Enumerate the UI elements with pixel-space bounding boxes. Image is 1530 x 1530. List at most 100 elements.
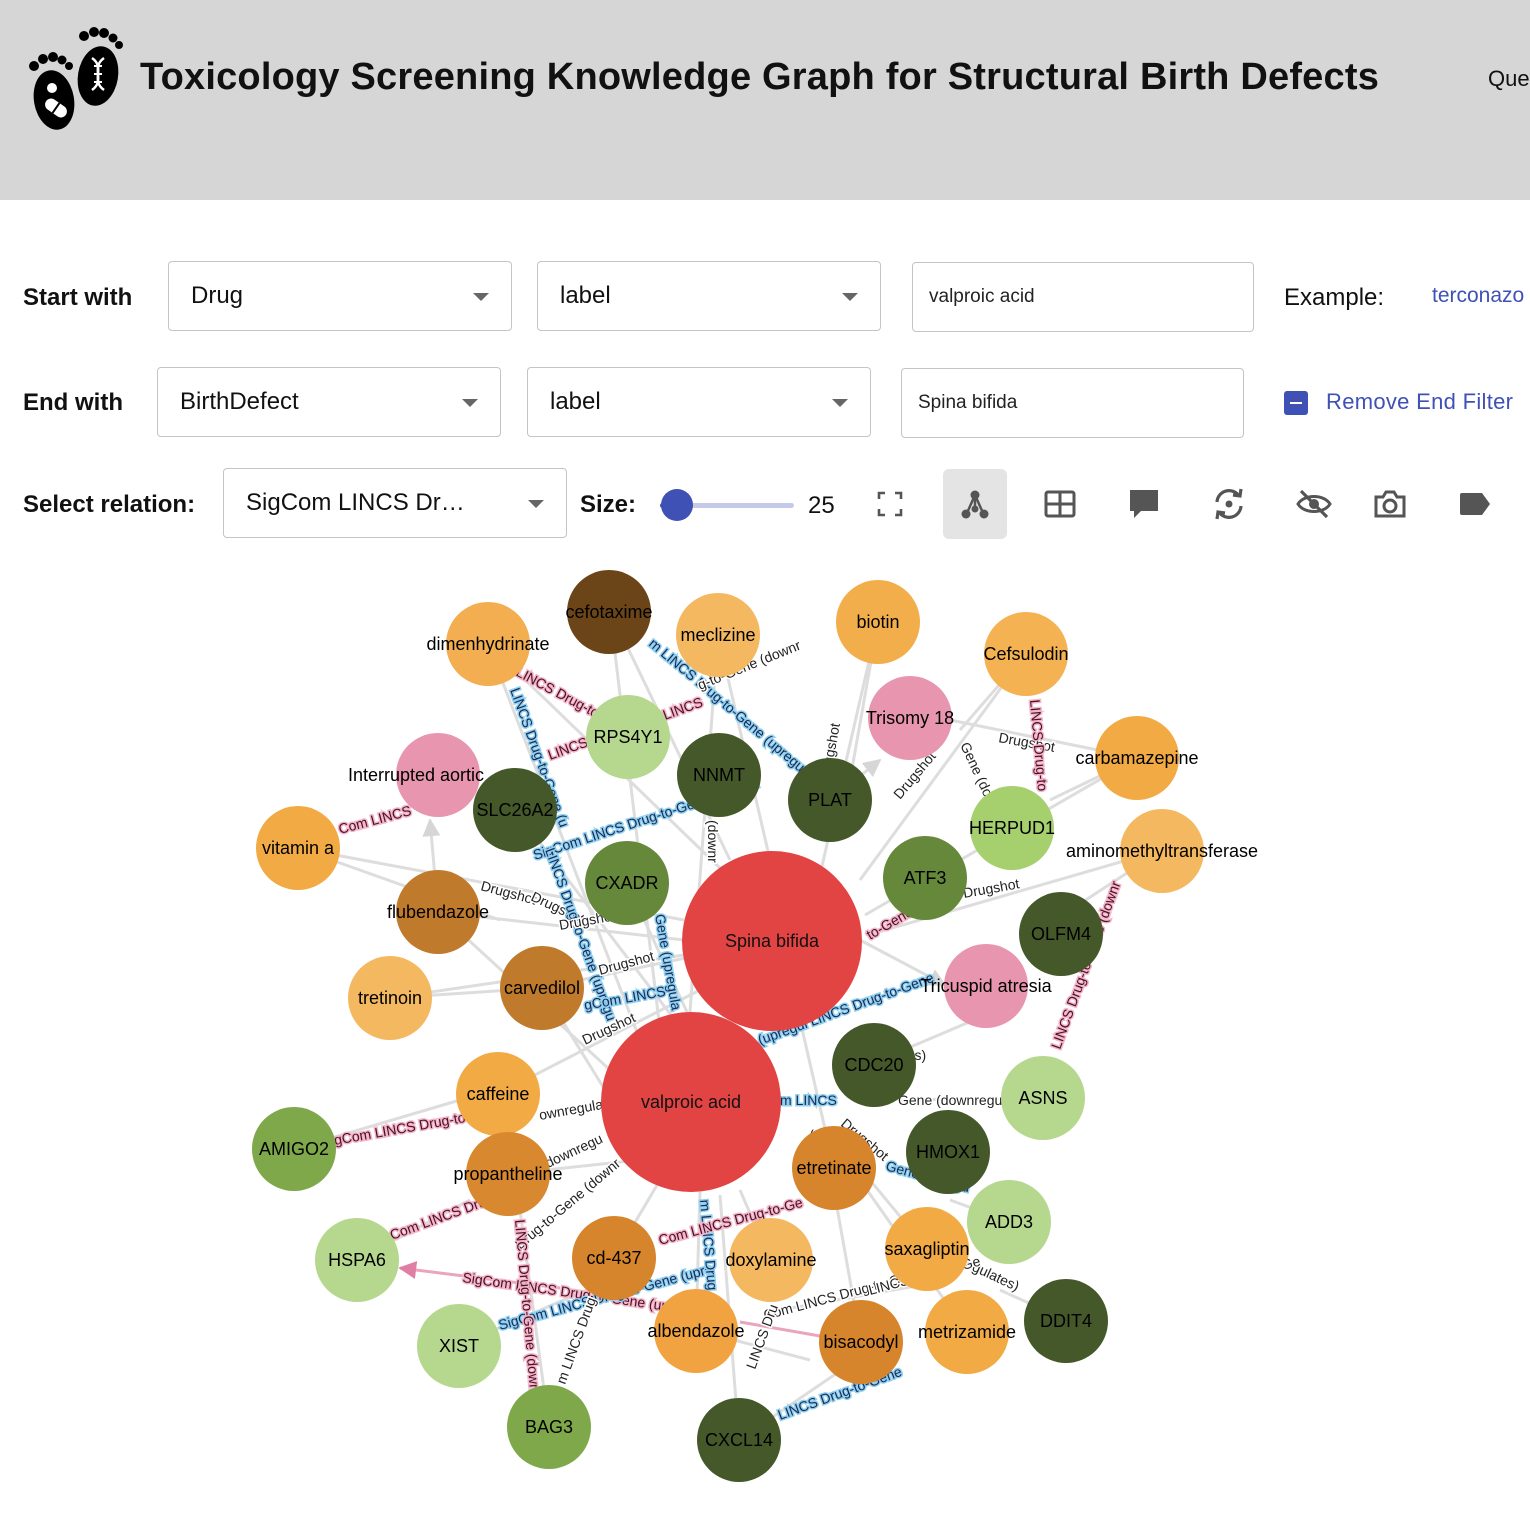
end-with-label: End with — [23, 389, 123, 416]
graph-node[interactable]: tretinoin — [348, 956, 432, 1040]
table-icon — [1044, 490, 1076, 518]
graph-node[interactable]: ATF3 — [883, 836, 967, 920]
end-type-value: BirthDefect — [180, 388, 299, 415]
graph-node[interactable]: CXADR — [585, 841, 669, 925]
graph-node[interactable]: OLFM4 — [1019, 892, 1103, 976]
graph-node[interactable]: meclizine — [676, 593, 760, 677]
svg-text:ATF3: ATF3 — [904, 868, 947, 888]
label-icon — [1460, 493, 1490, 515]
graph-node[interactable]: caffeine — [456, 1052, 540, 1136]
chevron-down-icon — [473, 293, 489, 301]
graph-node[interactable]: ASNS — [1001, 1056, 1085, 1140]
toggle-visibility-button[interactable] — [1282, 469, 1346, 539]
table-view-button[interactable] — [1028, 469, 1092, 539]
svg-text:HERPUD1: HERPUD1 — [969, 818, 1055, 838]
svg-text:cefotaxime: cefotaxime — [565, 602, 652, 622]
graph-node[interactable]: doxylamine — [725, 1218, 817, 1302]
graph-node[interactable]: flubendazole — [387, 870, 489, 954]
svg-text:LINCS Dru: LINCS Dru — [743, 1302, 781, 1371]
svg-text:Spina bifida: Spina bifida — [725, 931, 820, 951]
svg-text:carbamazepine: carbamazepine — [1075, 748, 1198, 768]
start-field-select[interactable]: label — [537, 261, 881, 331]
svg-text:AMIGO2: AMIGO2 — [259, 1139, 329, 1159]
select-relation-label: Select relation: — [23, 491, 196, 518]
graph-node[interactable]: XIST — [417, 1304, 501, 1388]
graph-node[interactable]: carbamazepine — [1075, 716, 1199, 800]
svg-text:SLC26A2: SLC26A2 — [476, 800, 553, 820]
graph-node[interactable]: CDC20 — [832, 1023, 916, 1107]
graph-node[interactable]: HSPA6 — [315, 1218, 399, 1302]
size-value: 25 — [808, 492, 835, 519]
chevron-down-icon — [528, 500, 544, 508]
graph-node[interactable]: Cefsulodin — [983, 612, 1069, 696]
graph-node[interactable]: Trisomy 18 — [866, 676, 954, 760]
chevron-down-icon — [462, 399, 478, 407]
graph-node[interactable]: CXCL14 — [697, 1398, 781, 1482]
svg-text:metrizamide: metrizamide — [918, 1322, 1016, 1342]
knowledge-graph-canvas[interactable]: LINCS Drug-to-Gen LINCS Drug-to-Gene (u … — [0, 555, 1530, 1530]
screenshot-button[interactable] — [1358, 469, 1422, 539]
graph-node[interactable]: cefotaxime — [565, 570, 653, 654]
start-value-input[interactable] — [912, 262, 1254, 332]
svg-text:caffeine: caffeine — [467, 1084, 530, 1104]
visibility-off-icon — [1296, 489, 1332, 519]
graph-node[interactable]: RPS4Y1 — [586, 695, 670, 779]
svg-text:carvedilol: carvedilol — [504, 978, 580, 998]
nav-link-query[interactable]: Que — [1488, 66, 1530, 92]
graph-layout-button[interactable] — [943, 469, 1007, 539]
svg-text:saxagliptin: saxagliptin — [884, 1239, 969, 1259]
graph-node[interactable]: biotin — [836, 580, 920, 664]
svg-text:Com LINCS Dru: Com LINCS Dru — [388, 1193, 489, 1243]
fullscreen-button[interactable] — [858, 469, 922, 539]
svg-text:Com LINCS: Com LINCS — [337, 802, 413, 837]
graph-node[interactable]: etretinate — [792, 1126, 876, 1210]
svg-text:valproic acid: valproic acid — [641, 1092, 741, 1112]
comment-button[interactable] — [1112, 469, 1176, 539]
graph-node[interactable]: vitamin a — [256, 806, 340, 890]
graph-node[interactable]: HMOX1 — [906, 1110, 990, 1194]
app-header: Toxicology Screening Knowledge Graph for… — [0, 0, 1530, 200]
relation-select[interactable]: SigCom LINCS Drug-to-Gene (upregulates) — [223, 468, 567, 538]
comment-icon — [1130, 490, 1158, 518]
camera-icon — [1374, 490, 1406, 518]
svg-text:dimenhydrinate: dimenhydrinate — [426, 634, 549, 654]
svg-text:vitamin a: vitamin a — [262, 838, 335, 858]
relation-value: SigCom LINCS Drug-to-Gene (upregulates) — [246, 489, 466, 516]
graph-node[interactable]: DDIT4 — [1024, 1279, 1108, 1363]
graph-node[interactable]: SLC26A2 — [473, 768, 557, 852]
graph-node[interactable]: metrizamide — [918, 1290, 1016, 1374]
focus-node[interactable]: valproic acid — [601, 1012, 781, 1192]
graph-node[interactable]: NNMT — [677, 733, 761, 817]
graph-node[interactable]: saxagliptin — [884, 1207, 970, 1291]
graph-node[interactable]: cd-437 — [572, 1216, 656, 1300]
minus-box-icon — [1284, 391, 1308, 415]
svg-text:OLFM4: OLFM4 — [1031, 924, 1091, 944]
refresh-layout-button[interactable] — [1197, 469, 1261, 539]
end-value-input[interactable] — [901, 368, 1244, 438]
graph-node[interactable]: aminomethyltransferase — [1066, 809, 1258, 893]
start-field-value: label — [560, 282, 611, 309]
graph-node[interactable]: bisacodyl — [819, 1300, 903, 1384]
graph-node[interactable]: ADD3 — [967, 1180, 1051, 1264]
svg-text:CXADR: CXADR — [595, 873, 658, 893]
start-type-select[interactable]: Drug — [168, 261, 512, 331]
graph-node[interactable]: Interrupted aortic — [348, 733, 484, 817]
end-field-value: label — [550, 388, 601, 415]
label-toggle-button[interactable] — [1443, 469, 1507, 539]
svg-text:LINCS: LINCS — [661, 694, 705, 723]
graph-node[interactable]: PLAT — [788, 758, 872, 842]
end-type-select[interactable]: BirthDefect — [157, 367, 501, 437]
focus-node[interactable]: Spina bifida — [682, 851, 862, 1031]
graph-node[interactable]: AMIGO2 — [252, 1107, 336, 1191]
size-slider-thumb[interactable] — [661, 489, 693, 521]
end-field-select[interactable]: label — [527, 367, 871, 437]
svg-text:XIST: XIST — [439, 1336, 479, 1356]
svg-text:PLAT: PLAT — [808, 790, 852, 810]
graph-node[interactable]: carvedilol — [500, 946, 584, 1030]
svg-text:RPS4Y1: RPS4Y1 — [593, 727, 662, 747]
svg-text:bisacodyl: bisacodyl — [823, 1332, 898, 1352]
example-link[interactable]: terconazo — [1432, 284, 1524, 308]
graph-node[interactable]: BAG3 — [507, 1385, 591, 1469]
size-label: Size: — [580, 491, 637, 518]
fullscreen-icon — [877, 491, 903, 517]
